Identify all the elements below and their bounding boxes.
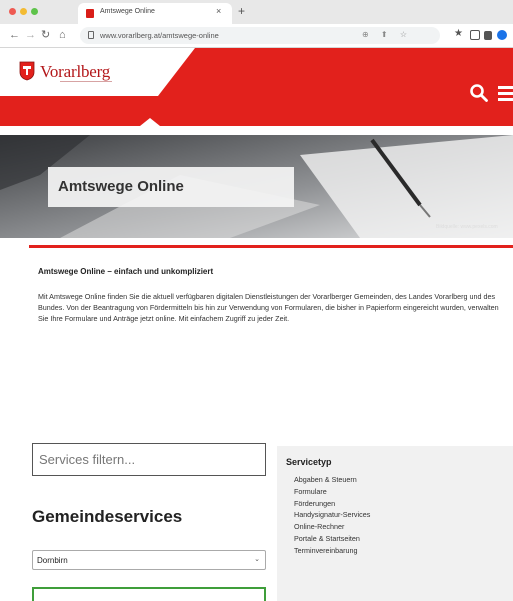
tab-title: Amtswege Online xyxy=(100,8,155,15)
header-white-wedge xyxy=(0,48,195,126)
servicetyp-list: Abgaben & Steuern Formulare Förderungen … xyxy=(294,474,370,557)
site-logo[interactable]: Vorarlberg xyxy=(40,62,110,82)
gemeinde-select[interactable]: Dornbirn ⌄ xyxy=(32,550,266,570)
window-zoom-button[interactable] xyxy=(31,8,38,15)
page-title: Amtswege Online xyxy=(58,178,184,195)
servicetyp-item[interactable]: Online-Rechner xyxy=(294,521,370,533)
favicon-icon xyxy=(86,9,94,18)
servicetyp-item[interactable]: Terminvereinbarung xyxy=(294,545,370,557)
browser-toolbar: ← → ↻ ⌂ www.vorarlberg.at/amtswege-onlin… xyxy=(0,24,513,48)
home-icon[interactable]: ⌂ xyxy=(59,28,66,42)
servicetyp-item[interactable]: Abgaben & Steuern xyxy=(294,474,370,486)
gemeinde-result-box[interactable] xyxy=(32,587,266,601)
intro-heading: Amtswege Online – einfach und unkomplizi… xyxy=(38,267,214,276)
lock-icon xyxy=(88,31,94,39)
search-icon[interactable] xyxy=(469,83,489,103)
new-tab-icon[interactable]: + xyxy=(238,5,245,17)
intro-paragraph: Mit Amtswege Online finden Sie die aktue… xyxy=(38,292,499,323)
image-credit: Bildquelle: www.pexels.com xyxy=(436,224,498,230)
servicetyp-item[interactable]: Portale & Startseiten xyxy=(294,533,370,545)
services-filter-input[interactable] xyxy=(32,443,266,476)
hero-banner: Amtswege Online Bildquelle: www.pexels.c… xyxy=(0,135,513,238)
browser-tab[interactable]: Amtswege Online × xyxy=(78,3,232,24)
url-text: www.vorarlberg.at/amtswege-online xyxy=(100,31,219,40)
window-minimize-button[interactable] xyxy=(20,8,27,15)
servicetyp-heading: Servicetyp xyxy=(286,457,332,467)
window-close-button[interactable] xyxy=(9,8,16,15)
chevron-down-icon: ⌄ xyxy=(254,556,260,563)
profile-avatar[interactable] xyxy=(497,30,507,40)
reload-icon[interactable]: ↻ xyxy=(41,28,50,42)
servicetyp-item[interactable]: Handysignatur-Services xyxy=(294,509,370,521)
back-icon[interactable]: ← xyxy=(9,28,20,42)
puzzle-icon[interactable] xyxy=(484,31,492,40)
gemeindeservices-heading: Gemeindeservices xyxy=(32,507,183,526)
address-bar[interactable]: www.vorarlberg.at/amtswege-online ⊕ ⬆ ☆ xyxy=(80,27,440,44)
site-header: Vorarlberg xyxy=(0,48,513,126)
star-icon[interactable]: ★ xyxy=(454,29,464,39)
forward-icon[interactable]: → xyxy=(25,28,36,42)
crest-icon xyxy=(19,61,35,81)
browser-tab-bar: Amtswege Online × + xyxy=(0,0,513,24)
tab-close-icon[interactable]: × xyxy=(216,7,221,16)
menu-icon[interactable] xyxy=(496,85,513,101)
logo-underline xyxy=(60,81,112,82)
gemeinde-select-value: Dornbirn xyxy=(37,556,68,565)
hero-title-box: Amtswege Online xyxy=(48,167,294,207)
extension-icon[interactable] xyxy=(470,30,480,40)
address-bar-action-icons[interactable]: ⊕ ⬆ ☆ xyxy=(362,30,412,39)
section-divider xyxy=(29,245,513,248)
servicetyp-item[interactable]: Formulare xyxy=(294,486,370,498)
servicetyp-item[interactable]: Förderungen xyxy=(294,498,370,510)
servicetyp-panel: Servicetyp Abgaben & Steuern Formulare F… xyxy=(277,446,513,601)
